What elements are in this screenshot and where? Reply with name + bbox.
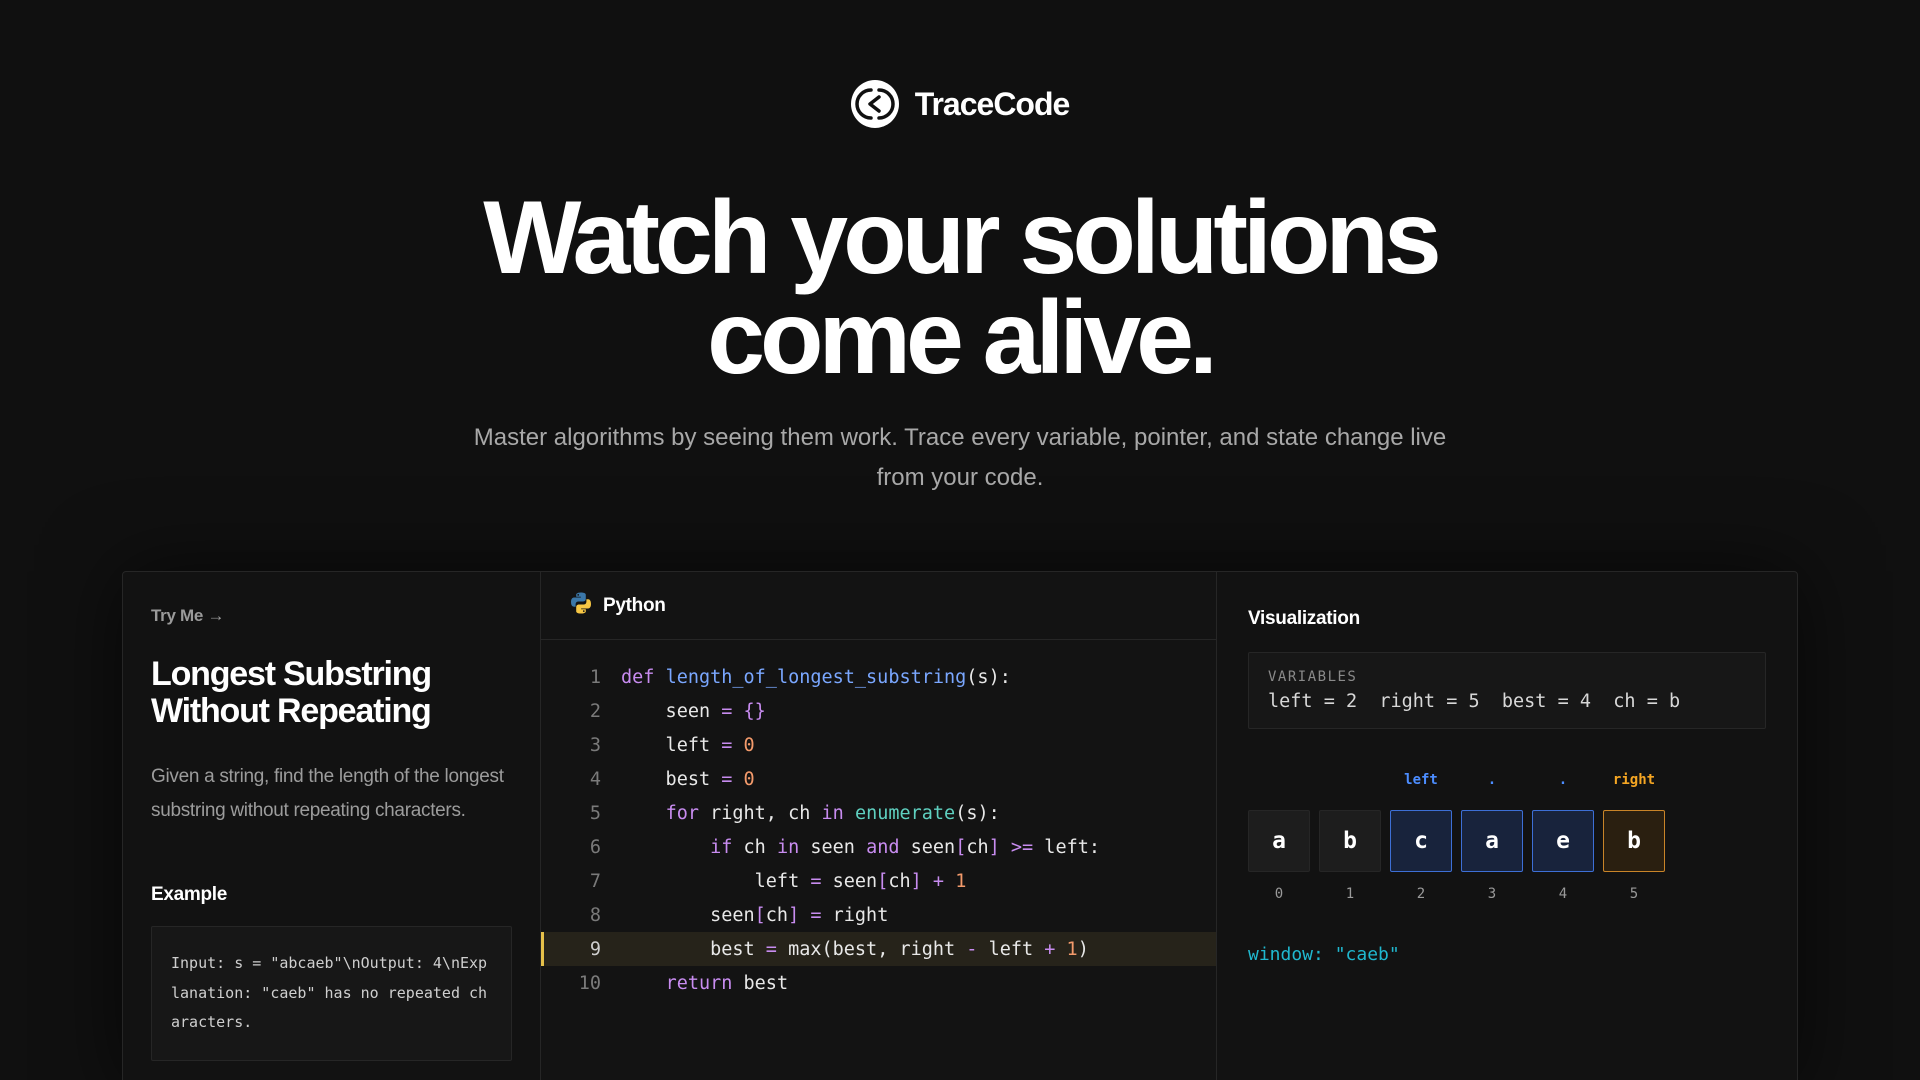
hero-title-line-2: come alive. (707, 280, 1218, 396)
code-line: 4 best = 0 (541, 762, 1216, 796)
code-line-active: 9 best = max(best, right - left + 1) (541, 932, 1216, 966)
array-index: 4 (1558, 886, 1568, 902)
problem-title: Longest Substring Without Repeating (151, 655, 432, 730)
visualization-panel: Visualization VARIABLES left = 2 right =… (1217, 572, 1797, 1080)
line-number: 10 (578, 972, 601, 994)
code-text: left = seen[ch] + 1 (621, 870, 967, 892)
line-number: 5 (589, 802, 601, 824)
array-cell-column: b1 (1319, 772, 1381, 902)
line-number: 9 (589, 938, 601, 960)
array-cell-column: a0 (1248, 772, 1310, 902)
array-cell: e (1532, 810, 1594, 872)
code-text: def length_of_longest_substring(s): (621, 666, 1011, 688)
code-line: 5 for right, ch in enumerate(s): (541, 796, 1216, 830)
variables-label: VARIABLES (1268, 669, 1358, 685)
code-line: 1 def length_of_longest_substring(s): (541, 660, 1216, 694)
visualization-heading: Visualization (1248, 608, 1360, 629)
code-line: 7 left = seen[ch] + 1 (541, 864, 1216, 898)
array-index: 1 (1345, 886, 1355, 902)
variables-values: left = 2 right = 5 best = 4 ch = b (1268, 691, 1681, 712)
language-label: Python (603, 594, 666, 616)
code-line: 3 left = 0 (541, 728, 1216, 762)
hero-title-line-1: Watch your solutions (483, 180, 1442, 296)
line-number: 3 (589, 734, 601, 756)
code-line: 6 if ch in seen and seen[ch] >= left: (541, 830, 1216, 864)
line-number: 6 (589, 836, 601, 858)
example-heading: Example (151, 884, 228, 905)
pointer-label: . (1558, 772, 1568, 788)
code-header: Python (541, 572, 1216, 640)
array-cell: b (1603, 810, 1665, 872)
array-visualization: a 0 b 1 left c 2. a 3. e 4 right b 5 (1248, 772, 1665, 902)
array-cell: c (1390, 810, 1452, 872)
array-index: 0 (1274, 886, 1284, 902)
brand-header: TraceCode (0, 80, 1920, 128)
array-index: 5 (1629, 886, 1639, 902)
line-number: 8 (589, 904, 601, 926)
problem-description: Given a string, find the length of the l… (151, 766, 504, 821)
code-text: seen = {} (621, 700, 766, 722)
array-cell: b (1319, 810, 1381, 872)
array-index: 3 (1487, 886, 1497, 902)
array-cell-column: . e 4 (1532, 772, 1594, 902)
array-cell-column: right b 5 (1603, 772, 1665, 902)
pointer-label: . (1487, 772, 1497, 788)
code-text: best = 0 (621, 768, 755, 790)
brand-name: TraceCode (914, 85, 1071, 122)
line-number: 4 (589, 768, 601, 790)
code-text: seen[ch] = right (621, 904, 889, 926)
code-bracket-logo-icon (850, 80, 899, 128)
variables-box: VARIABLES left = 2 right = 5 best = 4 ch… (1248, 652, 1766, 729)
line-number: 7 (589, 870, 601, 892)
code-line: 10 return best (541, 966, 1216, 1000)
pointer-label: right (1612, 772, 1656, 788)
array-cell: a (1461, 810, 1523, 872)
example-box: Input: s = "abcaeb"\nOutput: 4\nExplanat… (151, 926, 512, 1061)
code-text: left = 0 (621, 734, 755, 756)
code-text: best = max(best, right - left + 1) (621, 938, 1089, 960)
code-body[interactable]: 1 def length_of_longest_substring(s): 2 s… (541, 640, 1216, 1000)
hero-subtitle: Master algorithms by seeing them work. T… (473, 424, 1447, 491)
hero-title: Watch your solutions come alive. (0, 186, 1920, 390)
code-text: return best (665, 972, 789, 994)
array-index: 2 (1416, 886, 1426, 902)
array-cell-column: left c 2 (1390, 772, 1452, 902)
window-label: window: "caeb" (1248, 944, 1400, 965)
code-text: if ch in seen and seen[ch] >= left: (710, 836, 1100, 858)
try-me-link[interactable]: Try Me → (151, 606, 512, 626)
code-line: 2 seen = {} (541, 694, 1216, 728)
line-number: 1 (589, 666, 601, 688)
demo-card: Try Me → Longest Substring Without Repea… (122, 571, 1798, 1080)
array-cell: a (1248, 810, 1310, 872)
code-line: 8 seen[ch] = right (541, 898, 1216, 932)
code-editor-panel: Python 1 def length_of_longest_substring(… (541, 572, 1217, 1080)
pointer-label: left (1404, 772, 1438, 788)
python-icon (569, 591, 593, 620)
array-cell-column: . a 3 (1461, 772, 1523, 902)
line-number: 2 (589, 700, 601, 722)
problem-panel: Try Me → Longest Substring Without Repea… (123, 572, 541, 1080)
code-text: for right, ch in enumerate(s): (665, 802, 1000, 824)
